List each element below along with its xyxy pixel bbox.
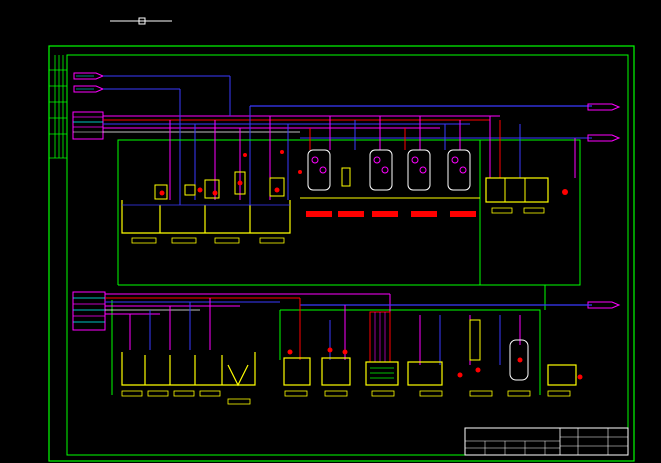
lower-equipment-labels (284, 390, 571, 397)
title-block (464, 427, 629, 456)
reactor-labels (306, 211, 476, 217)
cad-drawing-canvas (0, 0, 661, 463)
